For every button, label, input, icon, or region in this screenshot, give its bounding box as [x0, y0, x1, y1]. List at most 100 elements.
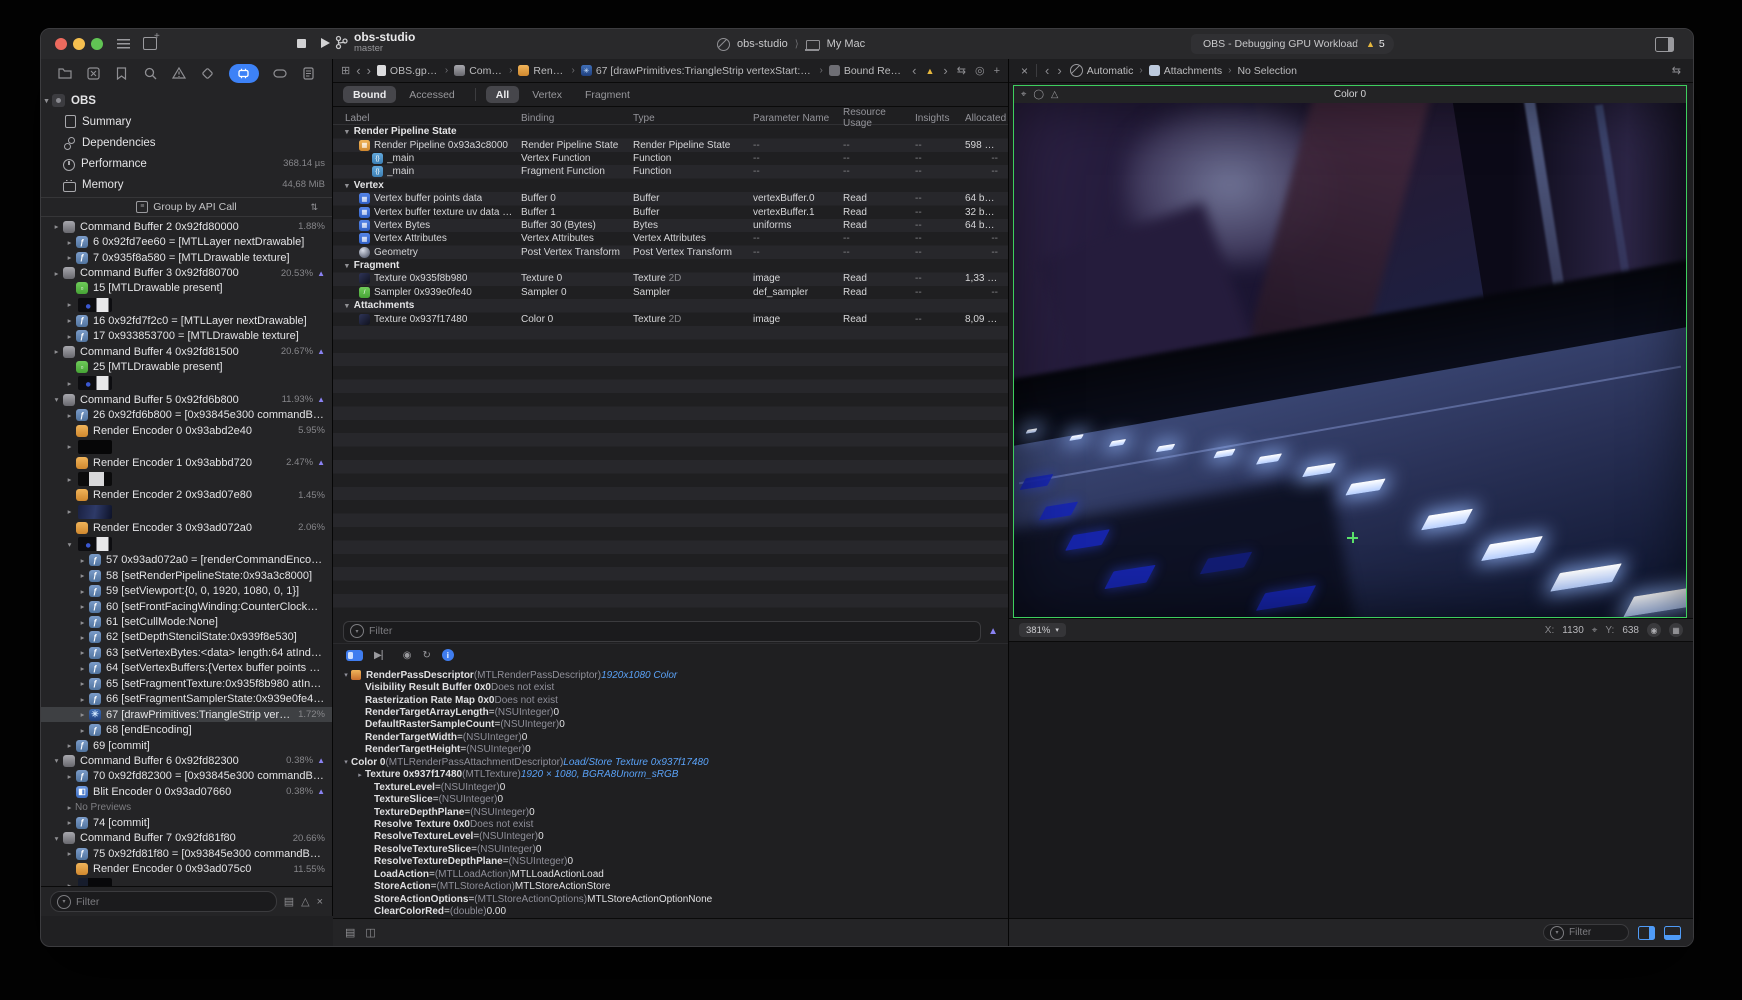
step-icon[interactable]: ▶⎸ [374, 650, 392, 661]
add-tab-icon[interactable]: + [994, 65, 1000, 77]
sidebar-item[interactable]: ▫25 [MTLDrawable present] [41, 360, 332, 375]
table-row[interactable]: ▦Vertex BytesBuffer 30 (Bytes)Bytesunifo… [333, 219, 1008, 232]
sidebar-item[interactable]: ▸ƒ75 0x92fd81f80 = [0x93845e300 commandB… [41, 846, 332, 861]
sidebar-item-summary[interactable]: Summary [41, 111, 332, 132]
table-filter-input[interactable]: ▾ Filter [343, 621, 981, 642]
column-header[interactable]: Parameter Name [753, 113, 843, 124]
variables-view-icon[interactable] [346, 650, 363, 661]
sidebar-item[interactable]: ▸ƒ62 [setDepthStencilState:0x939f8e530] [41, 630, 332, 645]
flatten-list-icon[interactable]: ▤ [284, 895, 294, 908]
breadcrumb-item[interactable]: No Selection [1237, 65, 1297, 77]
memory-icon[interactable] [272, 66, 287, 81]
sidebar-item[interactable]: Render Encoder 0 0x93ad075c011.55% [41, 861, 332, 876]
preview-thumbnail[interactable] [78, 878, 112, 886]
stop-button[interactable] [297, 39, 306, 48]
sidebar-item[interactable]: ▸ƒ26 0x92fd6b800 = [0x93845e300 commandB… [41, 407, 332, 422]
assistant-filter-input[interactable]: ▾ Filter [1543, 924, 1629, 941]
attachment-preview[interactable] [1014, 103, 1686, 617]
descriptor-line[interactable]: RenderTargetArrayLength = (NSUInteger) 0 [333, 706, 1008, 718]
scheme-selector[interactable]: obs-studio ⟩ My Mac [717, 29, 865, 59]
sidebar-item[interactable]: ▸ƒ60 [setFrontFacingWinding:CounterClock… [41, 599, 332, 614]
toggle-inspector-icon[interactable] [1655, 37, 1674, 52]
sidebar-preview-row[interactable]: ▸ [41, 877, 332, 886]
descriptor-line[interactable]: TextureSlice = (NSUInteger) 0 [333, 793, 1008, 805]
sidebar-item[interactable]: ▸ƒ64 [setVertexBuffers:{Vertex buffer po… [41, 661, 332, 676]
sidebar-item[interactable]: Render Encoder 2 0x93ad07e801.45% [41, 488, 332, 503]
debug-icon[interactable]: ◉ [403, 650, 412, 661]
sidebar-preview-row[interactable]: ▸ [41, 471, 332, 488]
descriptor-line[interactable]: ▸Texture 0x937f17480 (MTLTexture) 1920 ×… [333, 769, 1008, 781]
tab-accessed[interactable]: Accessed [399, 86, 465, 103]
sidebar-preview-row[interactable]: ▸ [41, 296, 332, 313]
descriptor-line[interactable]: DefaultRasterSampleCount = (NSUInteger) … [333, 719, 1008, 731]
descriptor-line[interactable]: TextureDepthPlane = (NSUInteger) 0 [333, 806, 1008, 818]
sidebar-item[interactable]: ▸ƒ69 [commit] [41, 738, 332, 753]
sidebar-item[interactable]: ▸ƒ70 0x92fd82300 = [0x93845e300 commandB… [41, 769, 332, 784]
search-icon[interactable] [143, 66, 158, 81]
column-header[interactable]: Insights [915, 113, 965, 124]
tab-bound[interactable]: Bound [343, 86, 396, 103]
descriptor-line[interactable]: Rasterization Rate Map 0x0 Does not exis… [333, 694, 1008, 706]
forward-icon[interactable]: › [1057, 63, 1061, 78]
table-row[interactable]: ▦Vertex AttributesVertex AttributesVerte… [333, 232, 1008, 245]
sidebar-item[interactable]: Render Encoder 3 0x93ad072a02.06% [41, 520, 332, 535]
sidebar-item[interactable]: ▸ƒ68 [endEncoding] [41, 722, 332, 737]
sidebar-item[interactable]: ▫15 [MTLDrawable present] [41, 281, 332, 296]
sidebar-item[interactable]: ▾Command Buffer 6 0x92fd823000.38%▲ [41, 753, 332, 768]
issue-count-icon[interactable]: ◎ [975, 64, 985, 77]
info-icon[interactable]: i [442, 649, 454, 661]
close-icon[interactable]: × [1021, 64, 1028, 78]
add-editor-icon[interactable] [143, 37, 157, 50]
issues-filter-icon[interactable]: △ [301, 895, 309, 908]
tests-icon[interactable] [200, 66, 215, 81]
next-issue-icon[interactable]: › [943, 63, 947, 78]
zoom-selector[interactable]: 381% ▾ [1019, 623, 1066, 637]
table-row[interactable]: {}_mainVertex FunctionFunction-------- [333, 152, 1008, 165]
sidebar-item[interactable]: ▸ƒ58 [setRenderPipelineState:0x93a3c8000… [41, 568, 332, 583]
sidebar-preview-row[interactable]: ▸ [41, 438, 332, 455]
variables-toggle-icon[interactable]: ◫ [365, 926, 375, 939]
bookmark-icon[interactable] [114, 66, 129, 81]
descriptor-line[interactable]: ResolveTextureSlice = (NSUInteger) 0 [333, 843, 1008, 855]
sidebar-item[interactable]: ▸ƒ59 [setViewport:{0, 0, 1920, 1080, 0, … [41, 583, 332, 598]
sidebar-item[interactable]: ▸ƒ63 [setVertexBytes:<data> length:64 at… [41, 645, 332, 660]
navigator-filter-input[interactable]: ▾ Filter [50, 891, 277, 912]
table-row[interactable]: ▦Vertex buffer texture uv data (textur…B… [333, 205, 1008, 218]
descriptor-line[interactable]: Resolve Texture 0x0 Does not exist [333, 818, 1008, 830]
show-right-panel-icon[interactable] [1638, 926, 1655, 940]
probe-toggle-icon[interactable]: ◉ [1647, 623, 1661, 637]
sidebar-preview-row[interactable]: ▸ [41, 375, 332, 392]
preview-thumbnail[interactable] [78, 537, 112, 551]
breadcrumb-item[interactable]: Automatic [1070, 64, 1134, 77]
descriptor-line[interactable]: TextureLevel = (NSUInteger) 0 [333, 781, 1008, 793]
table-row[interactable]: {}_mainFragment FunctionFunction-------- [333, 165, 1008, 178]
grid-toggle-icon[interactable]: ▦ [1669, 623, 1683, 637]
sidebar-item[interactable]: ▸Command Buffer 2 0x92fd800001.88% [41, 219, 332, 234]
table-row[interactable]: Texture 0x937f17480Color 0Texture 2Dimag… [333, 312, 1008, 325]
preview-thumbnail[interactable] [78, 376, 112, 390]
table-row[interactable]: GeometryPost Vertex TransformPost Vertex… [333, 246, 1008, 259]
descriptor-line[interactable]: ResolveTextureLevel = (NSUInteger) 0 [333, 831, 1008, 843]
sidebar-preview-row[interactable]: ▸ [41, 503, 332, 520]
sidebar-item[interactable]: ▸Command Buffer 3 0x92fd8070020.53%▲ [41, 265, 332, 280]
related-items-icon[interactable]: ⊞ [341, 64, 350, 77]
runtime-issue-icon[interactable]: ▲ [988, 626, 998, 637]
clear-filter-icon[interactable]: × [317, 896, 323, 908]
issue-warning-icon[interactable]: ▲ [925, 66, 934, 76]
table-row[interactable]: /Sampler 0x939e0fe40Sampler 0Samplerdef_… [333, 286, 1008, 299]
breadcrumb-item[interactable]: OBS.gputrace [377, 65, 439, 77]
sidebar-item[interactable]: ▸Command Buffer 4 0x92fd8150020.67%▲ [41, 344, 332, 359]
minimize-window-button[interactable] [73, 38, 85, 50]
swap-icon[interactable]: ⇆ [1672, 64, 1681, 77]
capture-icon[interactable] [86, 66, 101, 81]
descriptor-line[interactable]: RenderTargetHeight = (NSUInteger) 0 [333, 744, 1008, 756]
descriptor-line[interactable]: ▾RenderPassDescriptor (MTLRenderPassDesc… [333, 669, 1008, 681]
sidebar-item-performance[interactable]: Performance368.14 µs [41, 153, 332, 174]
breadcrumb-item[interactable]: Bound Resources [829, 65, 906, 77]
tab-fragment[interactable]: Fragment [575, 86, 640, 103]
descriptor-line[interactable]: ▾Color 0 (MTLRenderPassAttachmentDescrip… [333, 756, 1008, 768]
back-icon[interactable]: ‹ [356, 63, 360, 78]
group-by-selector[interactable]: ≡ Group by API Call ⇅ [41, 197, 332, 217]
breadcrumb-item[interactable]: ✳67 [drawPrimitives:TriangleStrip vertex… [581, 65, 814, 77]
breadcrumb-item[interactable]: Attachments [1149, 65, 1222, 77]
